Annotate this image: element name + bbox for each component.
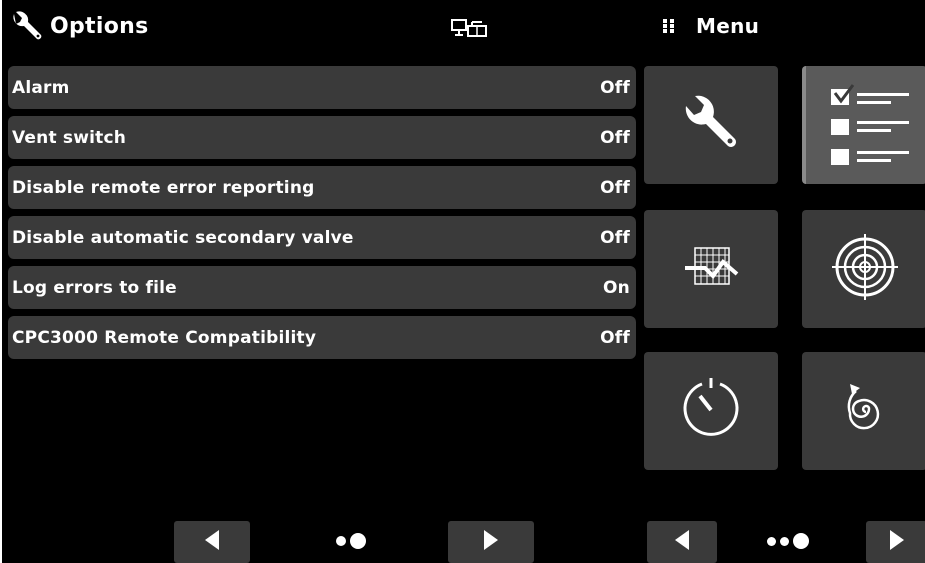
page-dot-active — [350, 533, 366, 549]
page-indicator-left — [334, 533, 368, 549]
spiral-icon — [830, 374, 900, 448]
chart-icon — [681, 242, 741, 296]
option-value: Off — [600, 127, 630, 148]
option-label: CPC3000 Remote Compatibility — [12, 327, 317, 348]
option-label: Disable automatic secondary valve — [12, 227, 354, 248]
options-header: Options — [8, 0, 628, 52]
options-list: Alarm Off Vent switch Off Disable remote… — [8, 66, 636, 366]
arrow-left-icon — [204, 529, 220, 555]
option-row-remote-error-reporting[interactable]: Disable remote error reporting Off — [8, 166, 636, 209]
menu-tile-settings[interactable] — [644, 66, 778, 184]
menu-tile-spiral[interactable] — [802, 352, 925, 470]
option-row-log-errors[interactable]: Log errors to file On — [8, 266, 636, 309]
option-label: Log errors to file — [12, 277, 177, 298]
option-row-secondary-valve[interactable]: Disable automatic secondary valve Off — [8, 216, 636, 259]
prev-page-button[interactable] — [174, 521, 250, 563]
options-screen: Options Menu Alarm Off Vent switch Off D… — [0, 0, 925, 563]
option-value: On — [603, 277, 630, 298]
option-row-cpc3000-compat[interactable]: CPC3000 Remote Compatibility Off — [8, 316, 636, 359]
page-indicator-right — [765, 533, 811, 549]
page-dot — [336, 536, 346, 546]
next-page-button[interactable] — [448, 521, 534, 563]
wrench-icon — [676, 88, 746, 162]
timer-icon — [676, 374, 746, 448]
checklist-icon — [817, 73, 917, 177]
arrow-right-icon — [483, 529, 499, 555]
arrow-left-icon — [674, 529, 690, 555]
menu-tile-chart[interactable] — [644, 210, 778, 328]
wrench-icon — [8, 8, 44, 44]
option-value: Off — [600, 177, 630, 198]
network-icon — [450, 18, 496, 40]
option-label: Vent switch — [12, 127, 127, 148]
menu-header: Menu — [662, 0, 922, 52]
menu-tile-timer[interactable] — [644, 352, 778, 470]
option-label: Disable remote error reporting — [12, 177, 315, 198]
page-dot-active — [793, 533, 809, 549]
option-value: Off — [600, 77, 630, 98]
grid-dots-icon — [662, 18, 676, 34]
option-row-vent-switch[interactable]: Vent switch Off — [8, 116, 636, 159]
menu-prev-page-button[interactable] — [647, 521, 717, 563]
menu-next-page-button[interactable] — [866, 521, 925, 563]
page-title: Options — [50, 13, 149, 39]
option-row-alarm[interactable]: Alarm Off — [8, 66, 636, 109]
menu-tile-options[interactable] — [802, 66, 925, 184]
option-value: Off — [600, 327, 630, 348]
menu-title: Menu — [696, 14, 760, 38]
page-dot — [767, 536, 776, 546]
arrow-right-icon — [889, 529, 905, 555]
target-icon — [830, 232, 900, 306]
page-dot — [780, 536, 789, 546]
option-value: Off — [600, 227, 630, 248]
option-label: Alarm — [12, 77, 70, 98]
menu-tile-target[interactable] — [802, 210, 925, 328]
